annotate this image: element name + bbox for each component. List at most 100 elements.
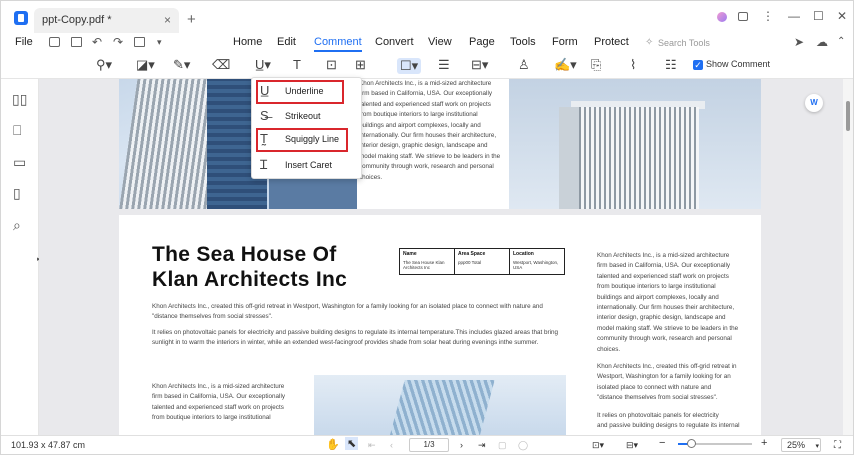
dropdown-item-strikeout[interactable]: S̶ Strikeout: [252, 105, 363, 129]
redo-icon[interactable]: ↷: [113, 36, 123, 48]
notification-icon[interactable]: [738, 12, 748, 21]
comments-panel-icon[interactable]: ▭: [13, 155, 26, 169]
page1-line: Khon Architects Inc., is a mid-sized arc…: [359, 80, 492, 87]
dropdown-item-insert-caret[interactable]: Ɪ Insert Caret: [252, 154, 363, 178]
rotate-icon[interactable]: ◯: [518, 440, 528, 451]
text-line: isolated place to connect with nature an…: [597, 383, 712, 391]
share-icon[interactable]: [134, 37, 145, 47]
eraser-icon[interactable]: ⌫: [212, 58, 230, 72]
underline-dropdown-menu: U̲ Underline S̶ Strikeout T̰ Squiggly Li…: [251, 77, 362, 179]
menu-form[interactable]: Form: [552, 36, 578, 48]
show-comment-checkbox[interactable]: ✓: [693, 60, 703, 70]
menu-page[interactable]: Page: [469, 36, 495, 48]
menu-view[interactable]: View: [428, 36, 452, 48]
dropdown-item-underline[interactable]: U̲ Underline: [256, 80, 344, 104]
scrollbar-thumb[interactable]: [846, 101, 850, 131]
search-tools-input[interactable]: Search Tools: [658, 38, 710, 48]
building-photo-right: [509, 79, 761, 209]
print-icon[interactable]: [71, 37, 82, 47]
select-tool-icon[interactable]: ⬉: [345, 437, 359, 450]
next-page-icon[interactable]: ›: [460, 440, 463, 450]
bookmark-icon[interactable]: ⎕: [13, 123, 21, 137]
send-icon[interactable]: ➤: [794, 36, 804, 48]
cloud-upload-icon[interactable]: ☁: [816, 36, 828, 48]
show-comment-label: Show Comment: [706, 59, 771, 69]
close-tab-icon[interactable]: ×: [164, 13, 171, 27]
menu-tools[interactable]: Tools: [510, 36, 536, 48]
customize-dropdown-icon[interactable]: ▾: [157, 36, 162, 48]
chevron-down-icon: ▾: [815, 443, 820, 450]
signature-icon[interactable]: ✍▾: [554, 58, 577, 72]
menu-convert[interactable]: Convert: [375, 36, 414, 48]
zoom-select[interactable]: 25% ▾: [781, 438, 821, 452]
menu-home[interactable]: Home: [233, 36, 262, 48]
zoom-slider[interactable]: [678, 439, 752, 448]
shape-tool-icon[interactable]: ◪▾: [136, 58, 155, 72]
maximize-button[interactable]: ☐: [813, 9, 824, 23]
expand-icon[interactable]: ⌃: [837, 36, 845, 48]
highlight-tool-icon[interactable]: ⚲▾: [96, 58, 112, 72]
paperclip-icon[interactable]: ⌇: [630, 58, 636, 72]
building-facade: [579, 107, 699, 209]
document-tab[interactable]: ppt-Copy.pdf * ×: [34, 8, 179, 33]
zoom-in-icon[interactable]: +: [761, 437, 767, 449]
zoom-out-icon[interactable]: −: [659, 437, 665, 449]
glass-building: [383, 380, 495, 435]
pencil-tool-icon[interactable]: ✎▾: [173, 58, 190, 72]
menu-protect[interactable]: Protect: [594, 36, 629, 48]
page-number-input[interactable]: 1/3: [409, 438, 449, 452]
right-column-text: Khon Architects Inc., is a mid-sized arc…: [597, 251, 752, 432]
hand-tool-icon[interactable]: ✋: [326, 438, 340, 451]
text-box-icon[interactable]: ⊡: [326, 58, 337, 72]
dropdown-item-label: Insert Caret: [285, 160, 333, 170]
page1-line: interior design, graphic design, landsca…: [359, 142, 488, 150]
avatar[interactable]: [717, 12, 727, 22]
callout-icon[interactable]: ⊞: [355, 58, 366, 72]
area-tool-icon[interactable]: ☐▾: [397, 58, 422, 74]
text-line: firm based in California, USA. Our excep…: [597, 262, 730, 270]
stamp-area-icon[interactable]: ⊟▾: [471, 58, 488, 72]
note-icon[interactable]: ☰: [438, 58, 450, 72]
page1-line: firm based in California, USA. Our excep…: [359, 90, 492, 98]
underline-tool-icon[interactable]: U̲▾: [255, 58, 271, 72]
text-line: from boutique interiors to large institu…: [597, 283, 716, 291]
info-label: Name: [403, 251, 417, 257]
text-line: Khon Architects Inc., is a mid-sized arc…: [597, 252, 730, 259]
attachment-icon[interactable]: ⎘: [591, 58, 601, 72]
menu-file[interactable]: File: [15, 36, 33, 48]
menu-comment[interactable]: Comment: [314, 36, 362, 52]
save-icon[interactable]: [49, 37, 60, 47]
minimize-button[interactable]: —: [788, 9, 800, 23]
document-canvas[interactable]: Khon Architects Inc., is a mid-sized arc…: [39, 79, 843, 435]
dropdown-item-squiggly-line[interactable]: T̰ Squiggly Line: [256, 128, 348, 152]
previous-page-icon[interactable]: ‹: [390, 440, 393, 450]
more-menu-icon[interactable]: ⋮: [762, 9, 774, 23]
text-line: It relies on photovoltaic panels for ele…: [152, 329, 559, 336]
text-line: choices.: [597, 345, 621, 353]
page1-line: buildings and airport complexes, locally…: [359, 121, 481, 129]
view-mode-icon[interactable]: ⊟▾: [626, 440, 638, 451]
full-screen-icon[interactable]: ⛶: [834, 440, 841, 451]
text-tool-icon[interactable]: T: [293, 58, 301, 72]
info-value: Westport, Washington, USA: [513, 260, 559, 270]
text-line: "distance themselves from social stresse…: [152, 313, 273, 321]
close-window-button[interactable]: ✕: [837, 9, 847, 23]
word-convert-badge-icon[interactable]: W: [805, 94, 823, 112]
comment-list-icon[interactable]: ☷: [665, 58, 677, 72]
first-page-icon[interactable]: ⇤: [368, 440, 376, 451]
text-line: sunlight in to warm the interiors in win…: [152, 339, 539, 347]
text-line: from boutique interiors to large institu…: [152, 414, 271, 422]
menu-edit[interactable]: Edit: [277, 36, 296, 48]
page-layout-icon[interactable]: ⊡▾: [592, 440, 604, 451]
search-icon[interactable]: ⌕: [13, 218, 21, 232]
text-line: Westport, Washington for a family lookin…: [597, 373, 731, 381]
info-cell-location: Location Westport, Washington, USA: [510, 249, 564, 274]
stamp-icon[interactable]: ♙: [518, 58, 530, 72]
last-page-icon[interactable]: ⇥: [478, 440, 486, 451]
undo-icon[interactable]: ↶: [92, 36, 102, 48]
new-tab-button[interactable]: +: [187, 11, 196, 28]
vertical-scrollbar[interactable]: [843, 79, 853, 435]
fit-page-icon[interactable]: ▢: [498, 440, 507, 451]
thumbnails-icon[interactable]: ▯▯: [12, 92, 27, 106]
attachments-panel-icon[interactable]: ▯: [13, 186, 21, 200]
